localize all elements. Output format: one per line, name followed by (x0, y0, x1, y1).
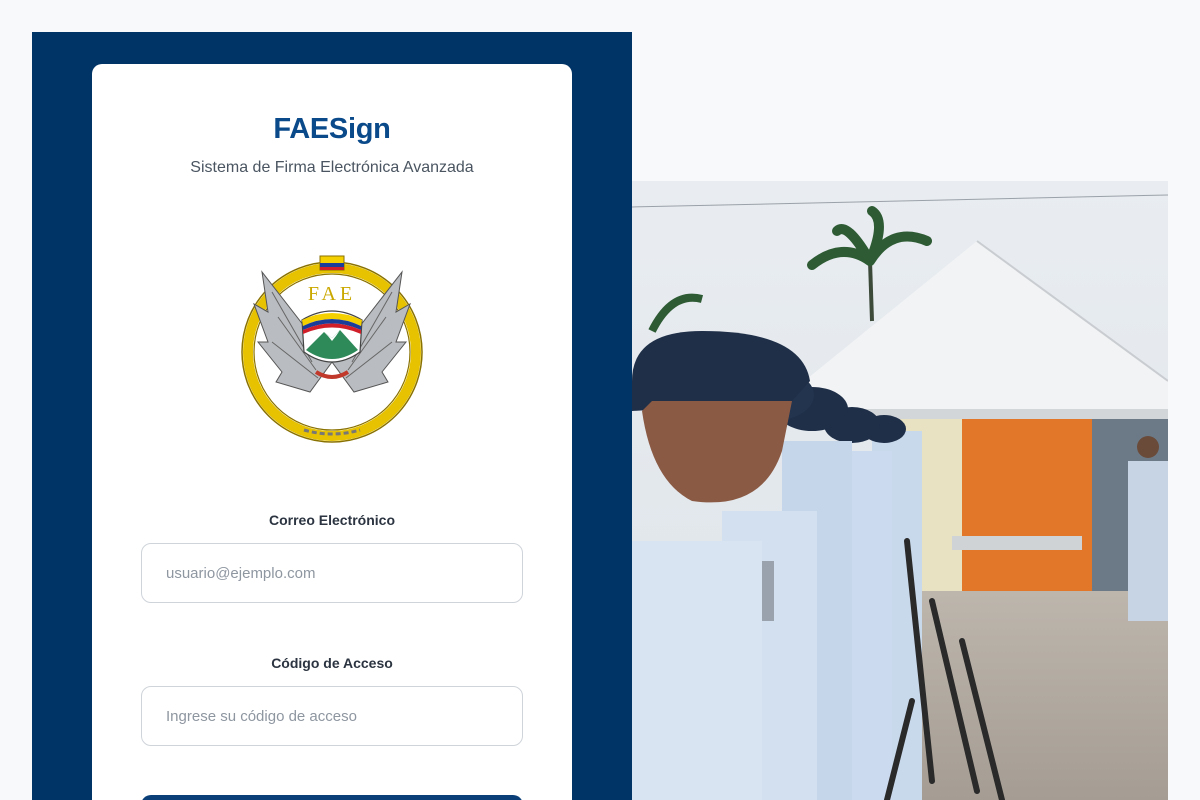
ceremony-photo (632, 181, 1168, 800)
app-title: FAESign (273, 113, 391, 145)
access-code-label: Código de Acceso (271, 655, 393, 671)
login-button[interactable] (141, 795, 523, 800)
app-subtitle: Sistema de Firma Electrónica Avanzada (190, 159, 474, 176)
login-card: FAESign Sistema de Firma Electrónica Ava… (92, 64, 572, 800)
email-label: Correo Electrónico (268, 512, 396, 528)
access-code-input[interactable] (141, 686, 523, 746)
fae-emblem-logo: FAE (241, 255, 423, 443)
email-input[interactable] (141, 543, 523, 603)
emblem-lettering: FAE (308, 283, 356, 305)
